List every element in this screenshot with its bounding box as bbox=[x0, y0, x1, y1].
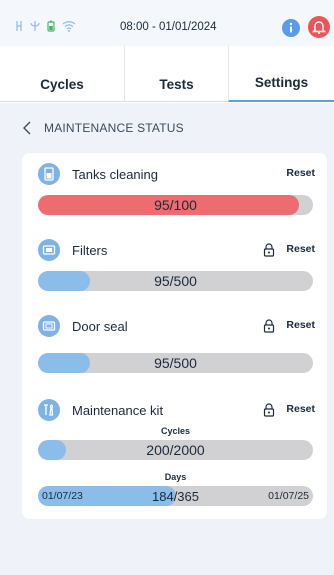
back-navigation[interactable]: MAINTENANCE STATUS bbox=[22, 121, 184, 135]
chevron-left-icon[interactable] bbox=[22, 121, 32, 135]
page-title: MAINTENANCE STATUS bbox=[44, 121, 184, 135]
lock-icon bbox=[263, 403, 275, 417]
tab-settings[interactable]: Settings bbox=[228, 46, 334, 102]
reset-button[interactable]: Reset bbox=[286, 167, 315, 179]
maintenance-card: Tanks cleaning Reset 95/100 Filters Rese… bbox=[22, 153, 327, 519]
reset-button[interactable]: Reset bbox=[286, 403, 315, 415]
datetime-display: 08:00 - 01/01/2024 bbox=[120, 21, 217, 33]
progress-text: 95/500 bbox=[154, 273, 197, 289]
status-bar: 08:00 - 01/01/2024 bbox=[0, 0, 334, 46]
content-area: MAINTENANCE STATUS Tanks cleaning Reset … bbox=[0, 103, 334, 575]
days-total: /365 bbox=[173, 488, 199, 504]
end-date: 01/07/25 bbox=[268, 490, 309, 502]
usb-icon bbox=[16, 21, 22, 31]
tab-tests[interactable]: Tests bbox=[124, 46, 228, 102]
progress-text: 200/2000 bbox=[146, 442, 205, 458]
progress-bar: 200/2000 bbox=[38, 440, 313, 460]
bell-icon bbox=[311, 21, 327, 34]
item-door-seal: Door seal Reset bbox=[38, 315, 315, 337]
item-label: Tanks cleaning bbox=[72, 166, 158, 182]
cycles-label: Cycles bbox=[160, 426, 191, 436]
item-label: Filters bbox=[72, 242, 108, 258]
progress-text: 95/100 bbox=[154, 197, 197, 213]
psi-icon bbox=[30, 21, 40, 31]
item-maintenance-kit: Maintenance kit Reset bbox=[38, 399, 315, 421]
progress-bar: 95/500 bbox=[38, 271, 313, 291]
reset-button[interactable]: Reset bbox=[286, 243, 315, 255]
battery-icon bbox=[47, 20, 55, 32]
tab-bar: Cycles Tests Settings bbox=[0, 46, 334, 102]
filter-icon bbox=[38, 239, 60, 261]
reset-button[interactable]: Reset bbox=[286, 319, 315, 331]
progress-bar: 95/100 bbox=[38, 195, 313, 215]
lock-icon bbox=[263, 319, 275, 333]
days-elapsed: 184 bbox=[151, 488, 174, 504]
days-bar: 01/07/23 184/365 01/07/25 bbox=[38, 486, 313, 506]
alarm-button[interactable] bbox=[308, 16, 330, 38]
info-icon bbox=[289, 22, 293, 33]
tools-icon bbox=[38, 399, 60, 421]
days-label: Days bbox=[164, 472, 187, 482]
item-label: Maintenance kit bbox=[72, 402, 164, 418]
item-filters: Filters Reset bbox=[38, 239, 315, 261]
item-tanks-cleaning: Tanks cleaning Reset bbox=[38, 163, 315, 185]
progress-text: 95/500 bbox=[154, 355, 197, 371]
item-label: Door seal bbox=[72, 318, 128, 334]
tab-cycles[interactable]: Cycles bbox=[0, 46, 124, 102]
wifi-icon bbox=[62, 21, 76, 32]
tank-icon bbox=[38, 163, 60, 185]
lock-icon bbox=[263, 243, 275, 257]
progress-bar: 95/500 bbox=[38, 353, 313, 373]
info-button[interactable] bbox=[282, 19, 300, 37]
status-icons bbox=[14, 20, 76, 32]
door-seal-icon bbox=[38, 315, 60, 337]
